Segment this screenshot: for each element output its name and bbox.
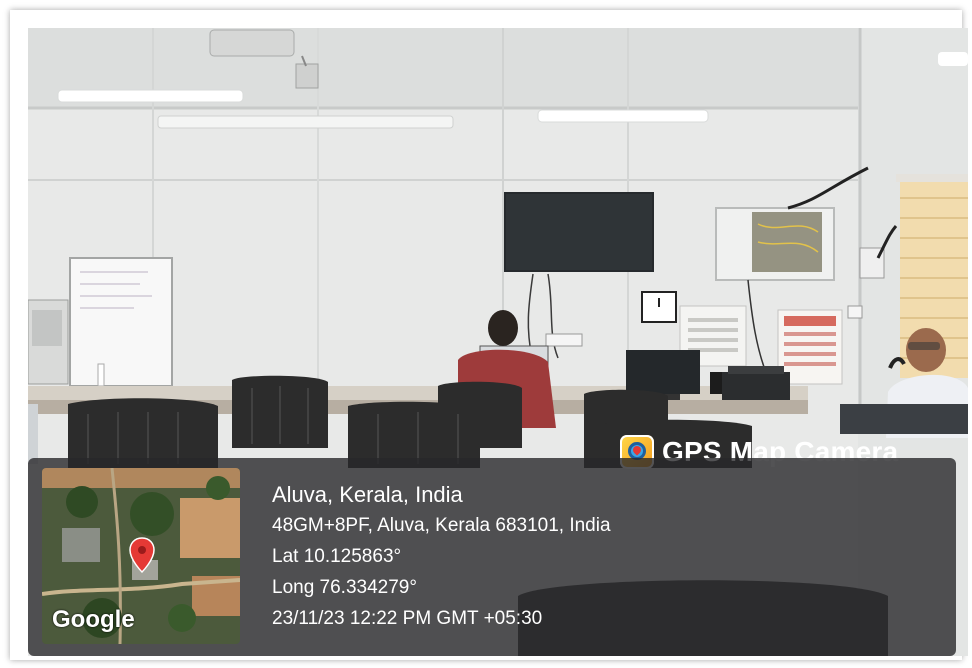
latitude: Lat 10.125863° — [272, 546, 402, 567]
location-info: Aluva, Kerala, India 48GM+8PF, Aluva, Ke… — [272, 480, 611, 634]
gps-stamp-panel: Google Aluva, Kerala, India 48GM+8PF, Al… — [28, 458, 956, 656]
office-photo: GPS Map Camera Google Aluva, Kerala, Ind… — [28, 28, 968, 656]
address: 48GM+8PF, Aluva, Kerala 683101, India — [272, 515, 611, 536]
map-thumbnail: Google — [42, 468, 240, 644]
location-name: Aluva, Kerala, India — [272, 482, 463, 507]
datetime: 23/11/23 12:22 PM GMT +05:30 — [272, 608, 543, 629]
longitude: Long 76.334279° — [272, 577, 417, 598]
google-logo: Google — [52, 606, 135, 633]
